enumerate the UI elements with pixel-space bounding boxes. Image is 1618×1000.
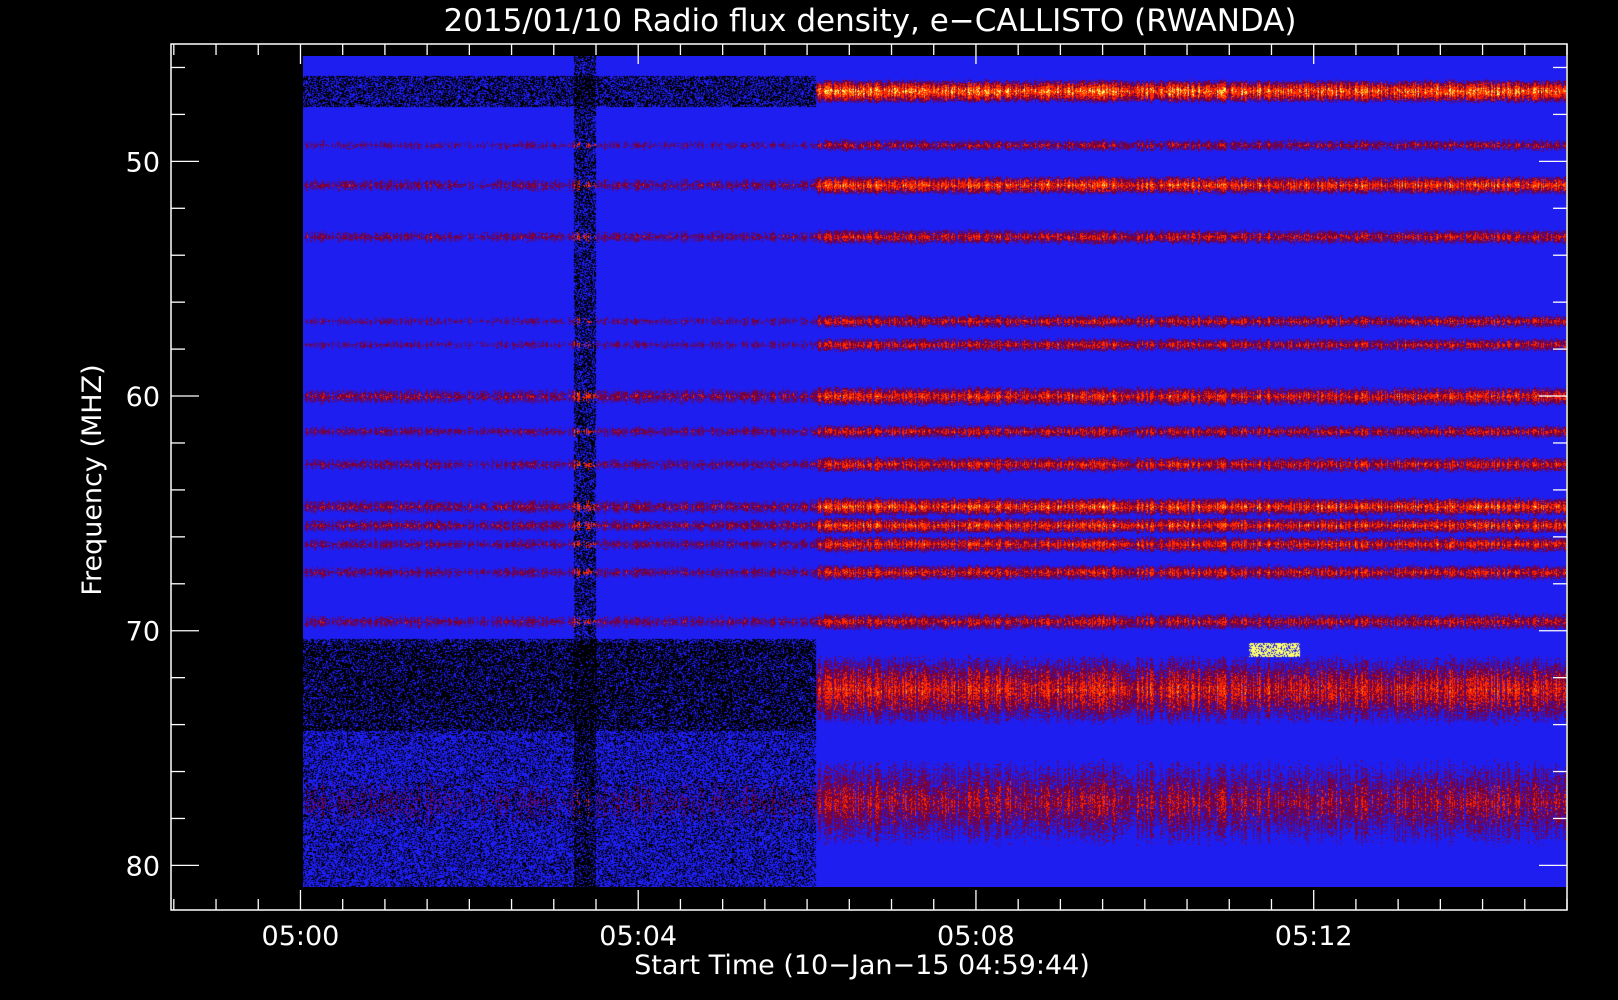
x-tick-label: 05:00	[262, 921, 340, 952]
heatmap-cells	[303, 56, 1566, 887]
x-tick-label: 05:12	[1275, 921, 1353, 952]
x-axis-label: Start Time (10−Jan−15 04:59:44)	[634, 950, 1090, 981]
spectrogram-heatmap	[303, 56, 1566, 887]
y-tick-label: 50	[126, 147, 160, 178]
y-tick-label: 60	[126, 382, 160, 413]
x-tick-label: 05:04	[599, 921, 677, 952]
spectrogram-chart: 05:00 05:04 05:08 05:12 50 60 70 80 2015/01/10 …	[0, 0, 1618, 1000]
x-tick-label: 05:08	[937, 921, 1015, 952]
y-axis-label: Frequency (MHZ)	[77, 364, 108, 595]
chart-title: 2015/01/10 Radio flux density, e−CALLIST…	[443, 3, 1296, 39]
y-tick-label: 80	[126, 851, 160, 882]
y-tick-label: 70	[126, 617, 160, 648]
